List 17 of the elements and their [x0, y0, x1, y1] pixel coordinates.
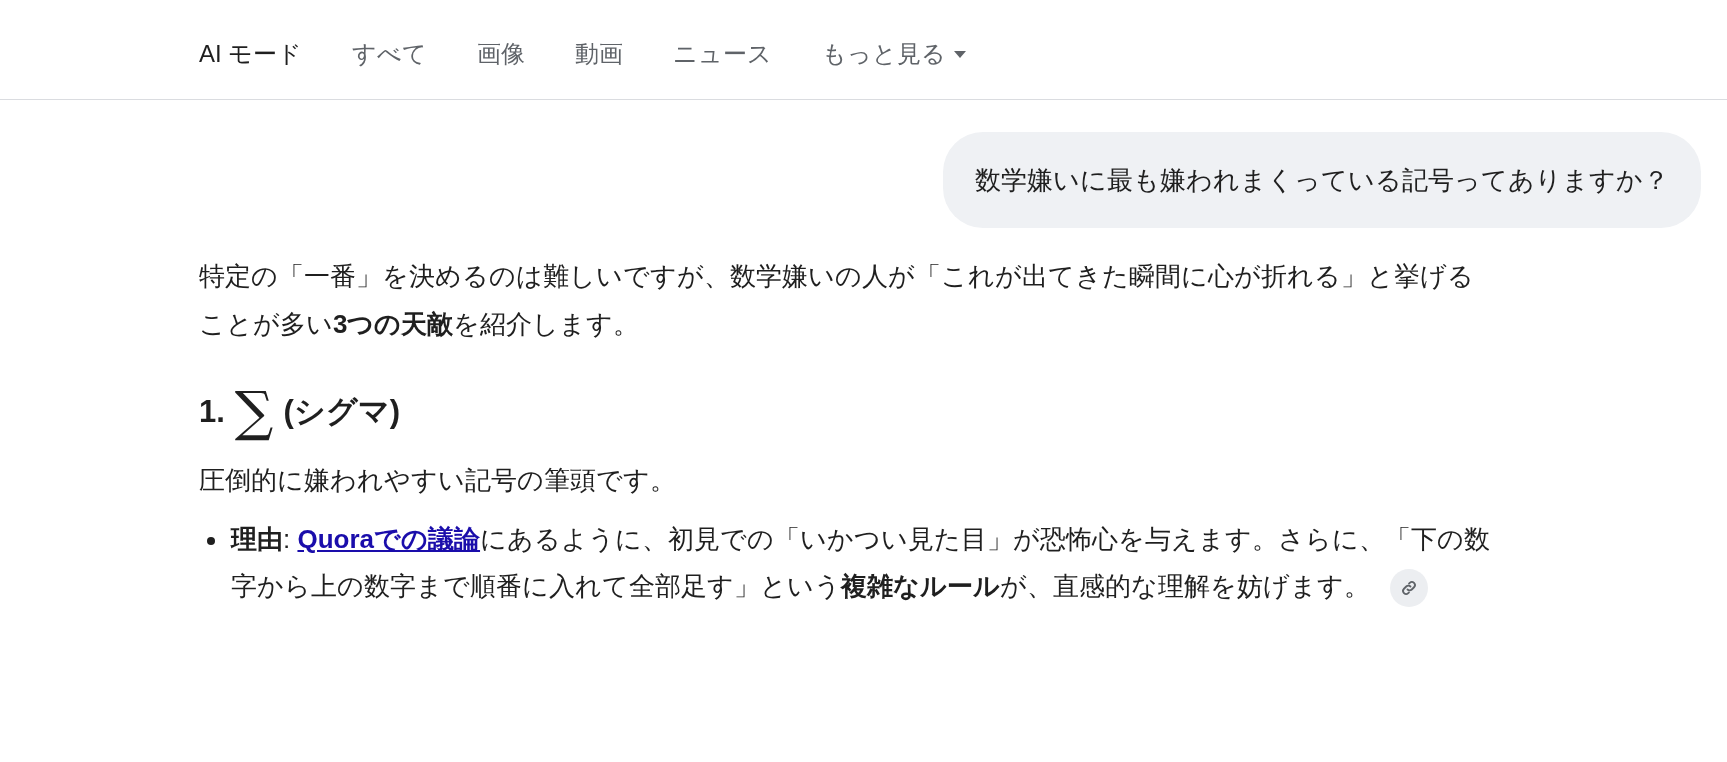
section-title: (シグマ) [283, 393, 401, 431]
nav-tab[interactable]: ニュース [673, 42, 773, 66]
link-button[interactable] [1390, 568, 1428, 607]
nav-tab[interactable]: 動画 [575, 42, 624, 66]
sigma-symbol: ∑ [234, 384, 274, 440]
query-bubble: 数学嫌いに最も嫌われまくっている記号ってありますか？ [943, 132, 1701, 228]
nav-tab[interactable]: すべて [352, 42, 428, 66]
nav-tab[interactable]: AI モード [199, 42, 303, 66]
answer-intro: 特定の「一番」を決めるのは難しいですが、数学嫌いの人が「これが出てきた瞬間に心が折れる」と挙げることが多い3つの天敵を紹介します。 [199, 260, 1475, 341]
bullet-text: 理由: Quoraでの議論にあるように、初見での「いかつい見た目」が恐怖心を与えます。さらに、「下の数字から上の数字まで順番に入れて全部足す」という複雑なルールが、直感的な理解を妨げます。 [231, 516, 1501, 609]
caret-icon [954, 50, 967, 58]
link-icon [1400, 578, 1418, 597]
section-number: 1. [199, 393, 225, 431]
source-link[interactable]: Quoraでの議論 [297, 524, 481, 554]
section-description: 圧倒的に嫌われやすい記号の筆頭です。 [199, 464, 677, 497]
nav-tab[interactable]: もっと見る [822, 42, 967, 66]
nav-tab[interactable]: 画像 [477, 42, 526, 66]
